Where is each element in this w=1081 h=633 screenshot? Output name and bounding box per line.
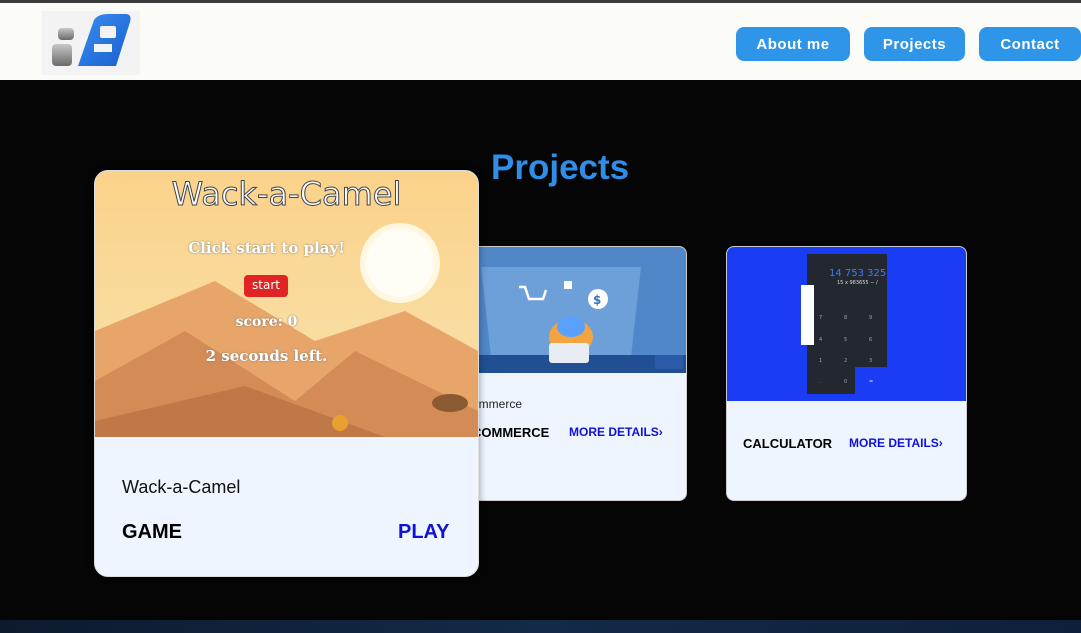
svg-text:=: = xyxy=(869,379,873,385)
svg-text:2: 2 xyxy=(844,358,847,364)
card-description: Wack-a-Camel xyxy=(122,477,241,497)
card-category: CALCULATOR xyxy=(743,436,833,451)
game-image-start-button: start xyxy=(252,278,280,292)
calculator-expression: 15 x 983655 − / xyxy=(837,280,878,286)
card-category: GAME xyxy=(122,521,182,543)
game-image-title: Wack-a-Camel xyxy=(171,175,402,214)
play-link[interactable]: PLAY xyxy=(398,521,450,544)
svg-text:3: 3 xyxy=(869,358,872,364)
nav-about-button[interactable]: About me xyxy=(736,27,850,61)
calculator-display: 14 753 325 xyxy=(829,268,887,279)
svg-text:4: 4 xyxy=(819,337,822,343)
svg-text:$: $ xyxy=(593,293,601,307)
svg-text:7: 7 xyxy=(819,315,822,321)
svg-text:0: 0 xyxy=(844,379,847,385)
svg-text:9: 9 xyxy=(869,315,872,321)
site-logo[interactable] xyxy=(42,11,140,75)
svg-text:8: 8 xyxy=(844,315,847,321)
nav-contact-button[interactable]: Contact xyxy=(979,27,1081,61)
svg-text:5: 5 xyxy=(844,337,847,343)
card-description: ommerce xyxy=(472,397,523,411)
os-taskbar xyxy=(0,620,1081,633)
game-image-timer: 2 seconds left. xyxy=(205,347,328,365)
game-image-prompt: Click start to play! xyxy=(188,239,345,257)
card-category: COMMERCE xyxy=(472,425,550,440)
logo-mark-icon xyxy=(52,14,131,66)
game-image-score: score: 0 xyxy=(235,314,298,330)
svg-text:1: 1 xyxy=(819,358,822,364)
more-details-link[interactable]: MORE DETAILS› xyxy=(569,425,663,439)
project-card-game[interactable]: Wack-a-Camel Click start to play! start … xyxy=(94,170,479,577)
svg-text:6: 6 xyxy=(869,337,872,343)
more-details-link[interactable]: MORE DETAILS› xyxy=(849,436,943,450)
site-header: About me Projects Contact xyxy=(0,3,1081,80)
project-card-calculator[interactable]: 789 456 123 . 0 = 14 753 325 15 x 983655 −… xyxy=(726,246,967,501)
nav-projects-button[interactable]: Projects xyxy=(864,27,965,61)
section-title: Projects xyxy=(491,148,630,187)
